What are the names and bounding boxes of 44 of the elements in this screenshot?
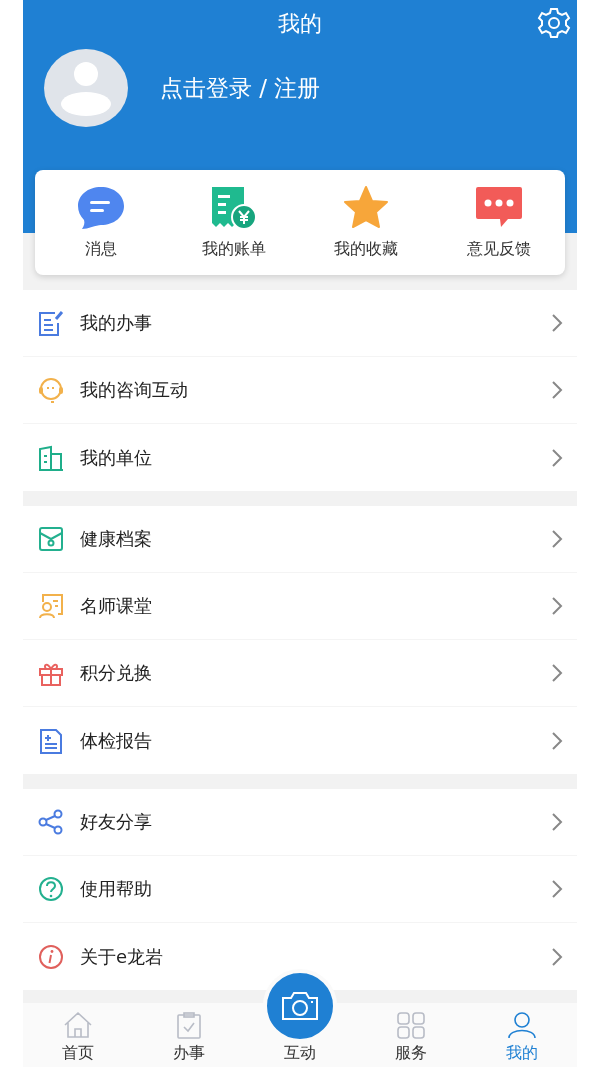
menu-item[interactable]: 我的单位 bbox=[23, 424, 577, 491]
chevron-icon bbox=[551, 879, 563, 899]
menu-item[interactable]: 体检报告 bbox=[23, 707, 577, 774]
user-icon bbox=[505, 1011, 538, 1039]
tab[interactable]: 我的 bbox=[466, 1011, 577, 1067]
login-link[interactable]: 点击登录 / 注册 bbox=[160, 72, 321, 104]
shortcut-button[interactable]: 意见反馈 bbox=[432, 185, 565, 260]
settings-icon[interactable] bbox=[537, 6, 571, 40]
chevron-icon bbox=[551, 730, 563, 751]
chevron-icon bbox=[551, 596, 563, 616]
report-icon bbox=[37, 726, 65, 755]
page-title: 我的 bbox=[278, 10, 322, 38]
chevron-icon bbox=[551, 812, 563, 832]
chevron-icon bbox=[551, 529, 563, 549]
menu-item[interactable]: 健康档案 bbox=[23, 506, 577, 573]
menu-item[interactable]: 好友分享 bbox=[23, 789, 577, 856]
menu-item[interactable]: 我的办事 bbox=[23, 290, 577, 357]
chevron-icon bbox=[551, 447, 563, 468]
chevron-icon bbox=[551, 313, 563, 333]
shortcut-button[interactable]: 我的账单 bbox=[167, 185, 300, 260]
grid-icon bbox=[394, 1011, 427, 1039]
menu-item[interactable]: 我的咨询互动 bbox=[23, 357, 577, 424]
chevron-icon bbox=[551, 663, 563, 683]
shortcut-button[interactable]: 消息 bbox=[35, 185, 168, 260]
tab[interactable]: 办事 bbox=[133, 1011, 245, 1067]
tab[interactable]: 服务 bbox=[355, 1011, 467, 1067]
headset-icon bbox=[37, 376, 65, 404]
document-edit-icon bbox=[37, 309, 65, 337]
chevron-icon bbox=[551, 380, 563, 400]
chat-bubble-icon bbox=[76, 185, 127, 231]
folder-icon bbox=[37, 525, 65, 553]
help-icon bbox=[37, 875, 65, 903]
building-icon bbox=[37, 443, 65, 472]
chevron-icon bbox=[551, 946, 563, 967]
menu-item[interactable]: 积分兑换 bbox=[23, 640, 577, 707]
shortcut-button[interactable]: 我的收藏 bbox=[300, 185, 433, 260]
info-icon bbox=[37, 942, 65, 971]
tab[interactable]: 首页 bbox=[23, 1011, 134, 1067]
star-icon bbox=[342, 185, 391, 231]
share-icon bbox=[37, 808, 65, 836]
menu-item[interactable]: 名师课堂 bbox=[23, 573, 577, 640]
menu-item[interactable]: 使用帮助 bbox=[23, 856, 577, 923]
teacher-board-icon bbox=[37, 592, 65, 620]
receipt-icon bbox=[209, 185, 258, 231]
